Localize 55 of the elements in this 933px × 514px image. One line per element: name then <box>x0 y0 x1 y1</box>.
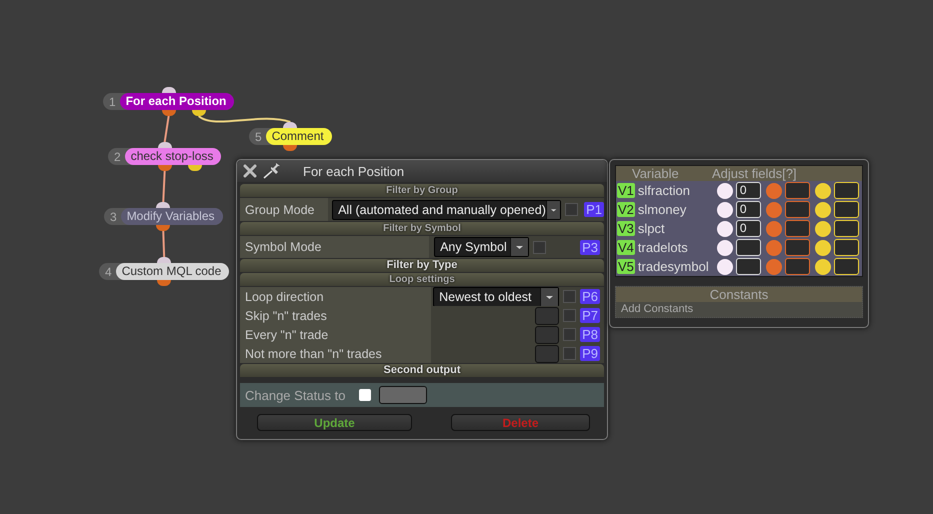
variable-name: slmoney <box>638 202 688 217</box>
section-header[interactable]: Filter by Symbol <box>240 222 604 235</box>
field-label: Not more than "n" trades <box>240 344 431 363</box>
variable-name: slfraction <box>638 183 691 198</box>
node-number: 4 <box>104 264 113 278</box>
section-header[interactable]: Loop settings <box>240 273 604 286</box>
column-header: Adjust fields[?] <box>711 166 797 181</box>
section-header[interactable]: Second output <box>240 364 604 377</box>
status-label: Change Status to <box>245 388 346 402</box>
dropdown[interactable]: Newest to oldest <box>433 286 560 306</box>
section-header[interactable]: Filter by Group <box>240 184 604 197</box>
variable-tag: V2 <box>617 202 635 217</box>
node-label[interactable]: check stop-loss <box>124 148 222 165</box>
variable-tag: V1 <box>617 183 635 198</box>
parameter-badge: P8 <box>580 327 600 342</box>
parameter-badge: P9 <box>580 346 600 361</box>
node-number: 1 <box>108 94 117 108</box>
node[interactable]: 2 check stop-loss <box>108 148 222 165</box>
window-title: For each Position <box>303 164 404 178</box>
node[interactable]: 1 For each Position <box>103 93 234 110</box>
field-label: Symbol Mode <box>240 236 430 258</box>
node-label[interactable]: Custom MQL code <box>116 263 230 280</box>
variable-name: tradesymbol <box>638 259 710 274</box>
input-field[interactable]: 0 <box>736 201 761 218</box>
node-number: 3 <box>109 210 118 224</box>
node-label[interactable]: Comment <box>266 128 332 145</box>
section-header[interactable]: Filter by Type <box>240 259 604 272</box>
field-label: Skip "n" trades <box>240 306 431 325</box>
variable-tag: V5 <box>617 259 635 274</box>
column-header: Variable <box>631 166 680 181</box>
section-header: Constants <box>616 287 862 302</box>
parameter-badge: P3 <box>580 240 600 254</box>
input-field[interactable]: 0 <box>736 182 761 199</box>
field-label: Group Mode <box>240 198 328 221</box>
node-number: 5 <box>254 130 263 144</box>
node[interactable]: 3 Modify Variables <box>104 208 223 225</box>
parameter-badge: P7 <box>580 308 600 323</box>
dropdown[interactable]: Any Symbol <box>434 237 530 257</box>
node[interactable]: 5 Comment <box>249 128 332 145</box>
variable-tag: V4 <box>617 240 635 255</box>
node-label[interactable]: Modify Variables <box>120 208 223 225</box>
node[interactable]: 4 Custom MQL code <box>99 263 230 280</box>
update-button[interactable]: Update <box>257 414 412 431</box>
parameter-badge: P1 <box>584 202 604 217</box>
add-constants-link[interactable]: Add Constants <box>616 302 862 317</box>
input-field[interactable]: 0 <box>736 220 761 237</box>
field-label: Every "n" trade <box>240 325 431 344</box>
node-label[interactable]: For each Position <box>120 93 234 110</box>
variable-tag: V3 <box>617 221 635 236</box>
field-label: Loop direction <box>240 287 431 306</box>
variable-name: tradelots <box>638 240 689 255</box>
dropdown[interactable]: All (automated and manually opened) <box>332 200 562 220</box>
parameter-badge: P6 <box>580 289 600 304</box>
node-number: 2 <box>113 150 122 164</box>
variable-name: slpct <box>638 221 666 236</box>
